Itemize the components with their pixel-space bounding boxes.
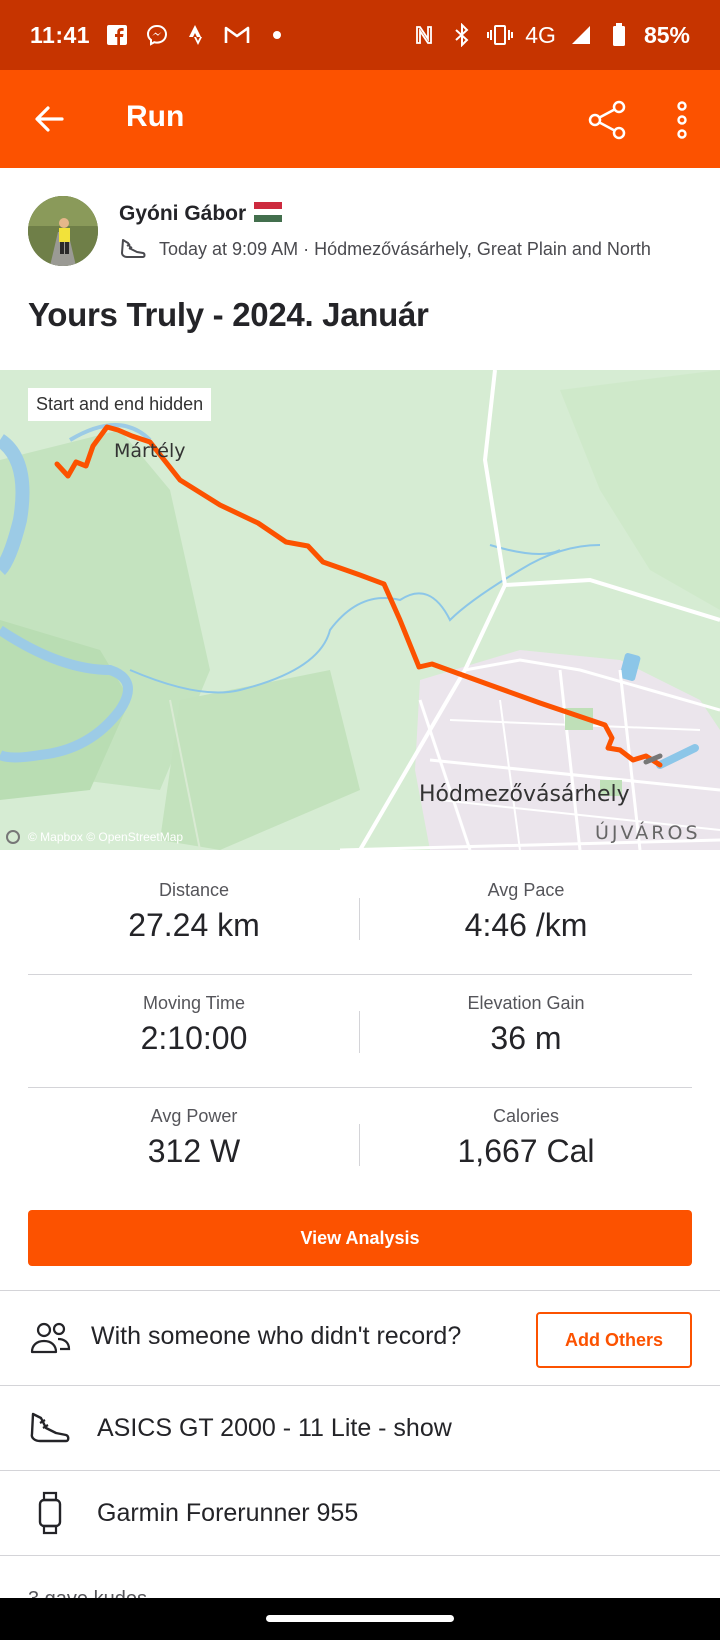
nfc-icon [411, 22, 437, 48]
facebook-icon [104, 22, 130, 48]
map-label-district: ÚJVÁROS [595, 822, 701, 844]
stat-value: 36 m [490, 1020, 562, 1056]
stat-label: Distance [158, 880, 230, 900]
stat-label: Avg Pace [487, 880, 565, 900]
signal-icon [568, 22, 594, 48]
app-bar: Run [0, 70, 720, 168]
status-bar: 11:41 4G 85% [0, 0, 720, 70]
stats-row: Avg Power 312 W Calories 1,667 Cal [28, 1088, 692, 1201]
activity-title: Yours Truly - 2024. Január [28, 296, 429, 333]
gear-row[interactable]: ASICS GT 2000 - 11 Lite - show [0, 1386, 720, 1471]
activity-meta-text: Today at 9:09 AM · Hódmezővásárhely, Gre… [159, 238, 651, 259]
bluetooth-icon [449, 22, 475, 48]
gear-text: ASICS GT 2000 - 11 Lite - show [97, 1414, 452, 1442]
stat-label: Calories [492, 1106, 560, 1126]
back-arrow-icon[interactable] [30, 100, 68, 138]
hungary-flag-icon [254, 202, 283, 222]
stat-elevation-gain: Elevation Gain 36 m [360, 993, 692, 1057]
mapbox-logo-icon [6, 830, 20, 844]
avatar[interactable] [28, 196, 98, 266]
system-nav-bar [0, 1598, 720, 1640]
map-label-town-north: Mártély [114, 440, 186, 462]
stat-moving-time: Moving Time 2:10:00 [28, 993, 360, 1057]
stat-value: 1,667 Cal [457, 1133, 595, 1169]
network-label: 4G [525, 21, 556, 48]
stat-value: 2:10:00 [140, 1020, 248, 1056]
activity-meta: Today at 9:09 AM · Hódmezővásárhely, Gre… [119, 236, 651, 262]
home-gesture-pill[interactable] [266, 1615, 454, 1622]
run-shoe-icon [119, 236, 147, 262]
stat-avg-pace: Avg Pace 4:46 /km [360, 880, 692, 944]
stats-row: Distance 27.24 km Avg Pace 4:46 /km [28, 862, 692, 975]
page-title: Run [126, 100, 185, 133]
add-others-button[interactable]: Add Others [536, 1312, 692, 1368]
stats-row: Moving Time 2:10:00 Elevation Gain 36 m [28, 975, 692, 1088]
stat-calories: Calories 1,667 Cal [360, 1106, 692, 1170]
dot-icon [264, 22, 290, 48]
battery-icon [606, 22, 632, 48]
privacy-note: Start and end hidden [28, 388, 212, 421]
with-someone-text: With someone who didn't record? [91, 1322, 462, 1350]
route-map[interactable]: Start and end hidden Mártély Hódmezővásá… [0, 370, 720, 850]
shoe-icon [28, 1406, 72, 1450]
vibrate-icon [487, 22, 514, 48]
people-icon [28, 1316, 72, 1360]
stat-label: Avg Power [150, 1106, 238, 1126]
watch-icon [28, 1491, 72, 1535]
battery-percent: 85% [643, 21, 690, 48]
athlete-header: Gyóni Gábor Today at 9:09 AM · Hódmezővá… [28, 196, 708, 270]
more-options-icon[interactable] [668, 98, 696, 142]
device-text: Garmin Forerunner 955 [97, 1499, 359, 1527]
map-attribution-text: © Mapbox © OpenStreetMap [28, 830, 184, 844]
status-time: 11:41 [30, 21, 91, 48]
map-attribution[interactable]: © Mapbox © OpenStreetMap [6, 830, 183, 844]
athlete-name[interactable]: Gyóni Gábor [119, 202, 283, 226]
device-row: Garmin Forerunner 955 [0, 1471, 720, 1556]
map-canvas [0, 370, 720, 850]
map-label-town-main: Hódmezővásárhely [419, 782, 630, 807]
stats-grid: Distance 27.24 km Avg Pace 4:46 /km Movi… [28, 862, 692, 1201]
view-analysis-button[interactable]: View Analysis [28, 1210, 692, 1266]
athlete-name-text: Gyóni Gábor [119, 202, 247, 225]
stat-value: 312 W [147, 1133, 241, 1169]
stat-distance: Distance 27.24 km [28, 880, 360, 944]
share-icon[interactable] [585, 98, 629, 142]
with-someone-row: With someone who didn't record? Add Othe… [0, 1290, 720, 1386]
gmail-icon [224, 22, 250, 48]
stat-avg-power: Avg Power 312 W [28, 1106, 360, 1170]
messenger-icon [144, 22, 170, 48]
stat-label: Moving Time [142, 993, 246, 1013]
stat-value: 27.24 km [128, 907, 260, 943]
stat-value: 4:46 /km [464, 907, 588, 943]
stat-label: Elevation Gain [467, 993, 585, 1013]
strava-icon [184, 22, 210, 48]
